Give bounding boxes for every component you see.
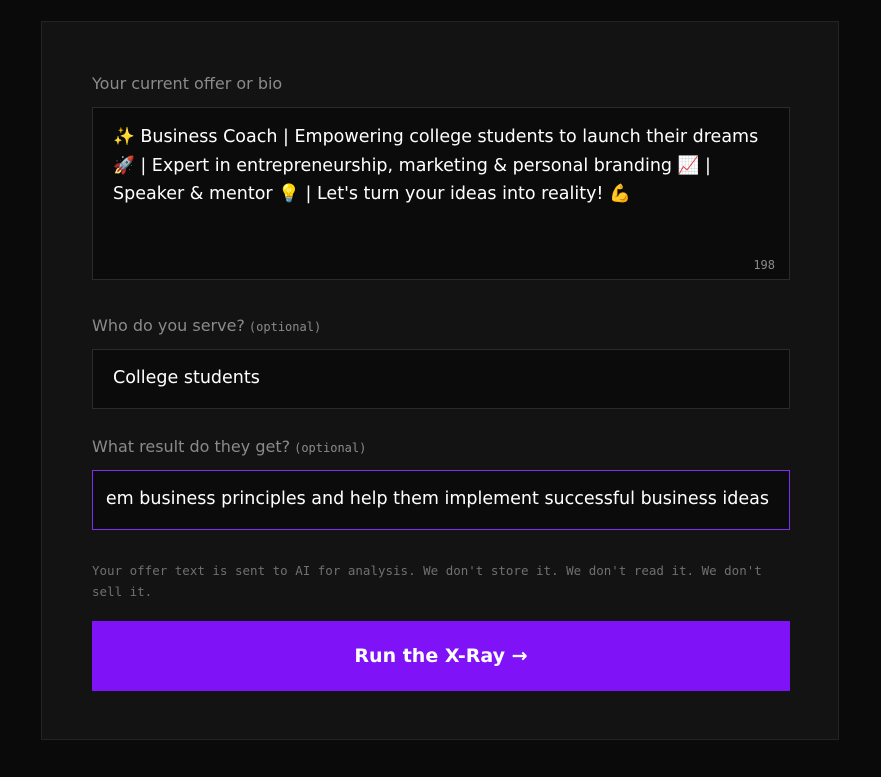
serve-input[interactable]: College students xyxy=(92,349,790,409)
result-input-value: em business principles and help them imp… xyxy=(105,489,769,509)
bio-textarea[interactable]: ✨ Business Coach | Empowering college st… xyxy=(92,107,790,280)
result-input[interactable]: em business principles and help them imp… xyxy=(92,470,790,530)
result-label: What result do they get? (optional) xyxy=(92,437,366,456)
serve-label: Who do you serve? (optional) xyxy=(92,316,321,335)
bio-label: Your current offer or bio xyxy=(92,74,282,93)
result-optional-tag: (optional) xyxy=(294,441,367,455)
result-label-text: What result do they get? xyxy=(92,437,291,456)
bio-char-count: 198 xyxy=(753,258,775,272)
xray-form-card: Your current offer or bio ✨ Business Coa… xyxy=(41,21,839,740)
serve-optional-tag: (optional) xyxy=(248,320,322,334)
privacy-disclaimer: Your offer text is sent to AI for analys… xyxy=(92,563,762,599)
serve-label-text: Who do you serve? xyxy=(92,316,245,335)
serve-input-value: College students xyxy=(113,368,260,388)
bio-textarea-value: ✨ Business Coach | Empowering college st… xyxy=(113,127,764,204)
run-xray-button[interactable]: Run the X-Ray → xyxy=(92,621,790,691)
bio-label-text: Your current offer or bio xyxy=(92,74,283,93)
